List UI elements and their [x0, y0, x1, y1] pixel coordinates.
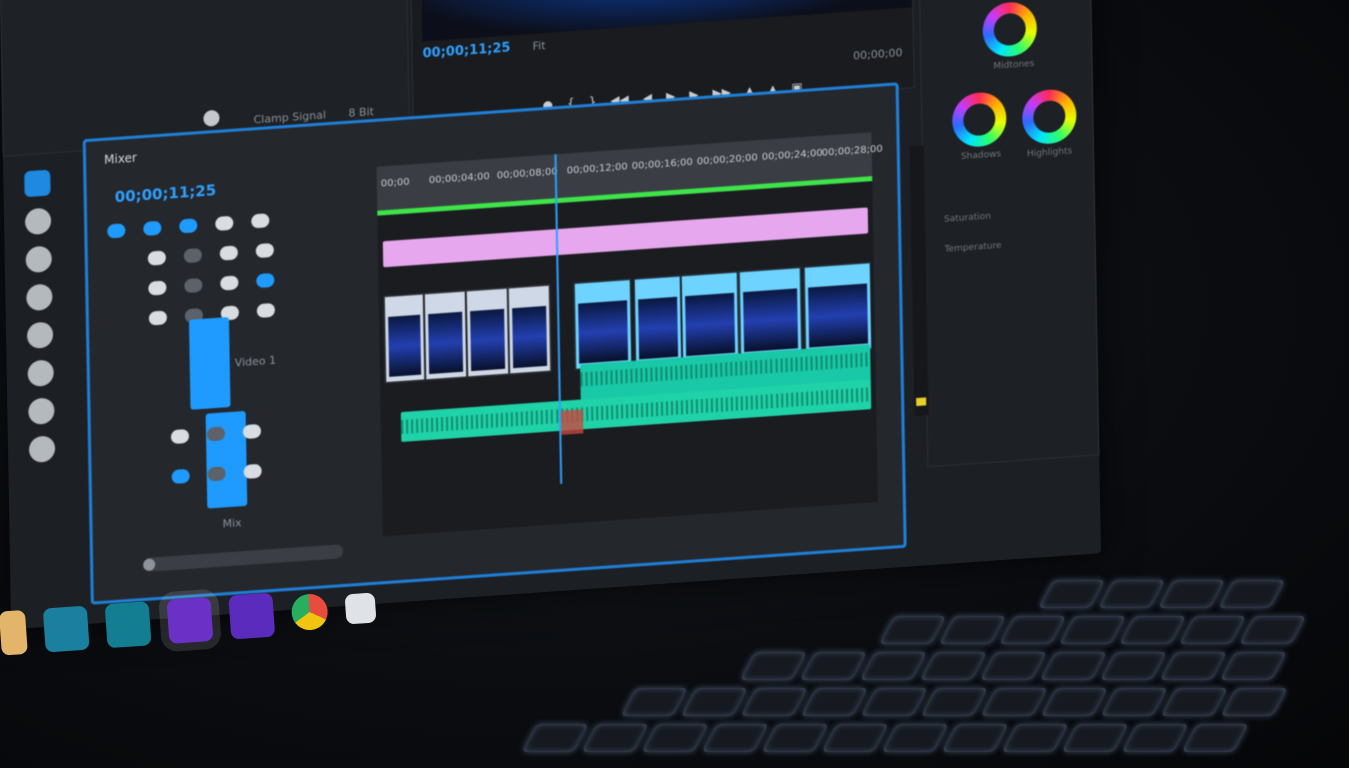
solo-icon[interactable] [206, 426, 226, 442]
snap-icon[interactable] [107, 223, 126, 239]
video-clip[interactable] [803, 262, 873, 354]
ruler-tick: 00;00;24;00 [761, 147, 823, 163]
toggle-output-icon[interactable] [148, 310, 168, 326]
eye-icon[interactable] [220, 275, 239, 291]
slip-tool-icon[interactable] [26, 321, 54, 350]
ruler-tick: 00;00;12;00 [566, 161, 628, 177]
ruler-tick: 00;00;08;00 [496, 166, 558, 182]
bit-depth-label[interactable]: 8 Bit [348, 105, 374, 120]
timeline-panel: Mixer 00;00;11;25 Video 1 Mix 00;00 00;0… [24, 82, 907, 605]
toggle-output-icon[interactable] [147, 250, 166, 266]
video-clip[interactable] [465, 287, 510, 378]
wrench-icon[interactable] [203, 109, 220, 127]
premiere-rush-icon[interactable] [228, 592, 276, 640]
type-tool-icon[interactable] [28, 435, 56, 464]
fit-dropdown[interactable]: Fit [532, 39, 545, 53]
timeline-tracks[interactable]: 00;00 00;00;04;00 00;00;08;00 00;00;12;0… [376, 132, 883, 537]
mute-icon[interactable] [171, 468, 190, 485]
sync-icon[interactable] [256, 302, 275, 319]
ruler-tick: 00;00;16;00 [631, 156, 693, 172]
solo-icon[interactable] [207, 466, 226, 482]
video-clip[interactable] [383, 293, 426, 384]
mute-icon[interactable] [170, 428, 190, 445]
media-encoder-icon[interactable] [104, 601, 152, 649]
shadows-label: Shadows [960, 149, 1002, 162]
saturation-label: Saturation [943, 211, 992, 226]
video-clip[interactable] [423, 290, 468, 381]
lock-icon[interactable] [184, 277, 203, 294]
video-track-name: Video 1 [234, 353, 277, 370]
midtones-wheel[interactable] [982, 0, 1038, 59]
time-ruler[interactable]: 00;00 00;00;04;00 00;00;08;00 00;00;12;0… [376, 132, 883, 211]
eye-icon[interactable] [219, 245, 238, 261]
program-timecode[interactable]: 00;00;11;25 [422, 40, 510, 61]
mic-icon[interactable] [242, 423, 262, 440]
track-row-v2 [148, 269, 275, 300]
mic-icon[interactable] [243, 463, 262, 480]
adjustment-layer-clip[interactable] [382, 207, 869, 268]
lightroom-icon[interactable] [42, 605, 90, 653]
photo-scene: Clamp Signal 8 Bit 00;00;11;25 Fit 00;00… [0, 0, 1349, 768]
temperature-label: Temperature [944, 241, 1002, 256]
track-headers: Video 1 Mix [107, 202, 373, 560]
sync-icon[interactable] [256, 272, 275, 289]
program-video-frame [420, 0, 913, 42]
shadows-wheel[interactable] [951, 90, 1007, 149]
pen-tool-icon[interactable] [27, 359, 54, 388]
track-select-tool-icon[interactable] [24, 207, 52, 236]
playhead-marker [560, 409, 584, 435]
settings-icon[interactable] [215, 215, 234, 231]
monitor-screen: Clamp Signal 8 Bit 00;00;11;25 Fit 00;00… [0, 0, 1102, 630]
chrome-icon[interactable] [290, 592, 329, 632]
program-duration: 00;00;00 [852, 45, 903, 63]
ruler-tick: 00;00;20;00 [696, 152, 758, 168]
video-clip[interactable] [680, 271, 740, 363]
backlit-keyboard [387, 580, 1349, 768]
linked-selection-icon[interactable] [143, 220, 162, 237]
video-clip[interactable] [507, 284, 552, 375]
lock-icon[interactable] [183, 247, 202, 264]
premiere-pro-icon[interactable] [166, 596, 214, 644]
add-marker-icon[interactable] [179, 218, 198, 234]
midtones-label: Midtones [993, 58, 1035, 72]
selection-tool-icon[interactable] [24, 169, 51, 198]
wrench-icon[interactable] [251, 213, 270, 229]
highlights-label: Highlights [1026, 146, 1073, 160]
ruler-tick: 00;00 [380, 176, 410, 190]
ruler-tick: 00;00;04;00 [428, 170, 490, 187]
video-clip[interactable] [738, 267, 803, 359]
toggle-output-icon[interactable] [148, 280, 167, 296]
sequence-tab[interactable]: Mixer [104, 150, 137, 166]
timeline-timecode[interactable]: 00;00;11;25 [115, 181, 217, 206]
file-explorer-icon[interactable] [0, 609, 28, 656]
timeline-toolbar [107, 209, 270, 242]
razor-tool-icon[interactable] [26, 283, 53, 312]
track-row-a2 [171, 460, 262, 488]
ripple-edit-tool-icon[interactable] [25, 245, 52, 274]
video-clip[interactable] [633, 275, 683, 366]
video-clip[interactable] [573, 278, 633, 370]
lumetri-color-panel: Midtones Shadows Highlights Saturation T… [917, 0, 1100, 468]
hand-tool-icon[interactable] [28, 397, 55, 426]
mix-label: Mix [222, 516, 242, 531]
ruler-tick: 00;00;28;00 [821, 143, 883, 159]
sync-icon[interactable] [255, 242, 274, 259]
tools-panel [24, 169, 69, 464]
v1-source-patch[interactable] [188, 317, 231, 410]
notes-icon[interactable] [344, 592, 377, 625]
highlights-wheel[interactable] [1021, 87, 1077, 146]
track-row-v3 [147, 239, 274, 270]
track-row-a1 [170, 420, 262, 448]
